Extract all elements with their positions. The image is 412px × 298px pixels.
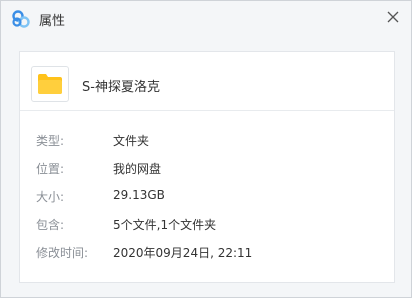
close-icon: [387, 11, 399, 23]
modified-time-value: 2020年09月24日, 22:11: [113, 246, 253, 260]
size-value: 29.13GB: [113, 188, 165, 202]
dialog-title: 属性: [39, 14, 66, 29]
modified-time-label: 修改时间:: [36, 246, 89, 260]
contains-label: 包含:: [36, 218, 65, 232]
title-bar[interactable]: 属性: [1, 1, 411, 36]
properties-panel: S-神探夏洛克 类型: 文件夹 位置: 我的网盘 大小: 29.13GB 包含:…: [19, 51, 395, 283]
properties-dialog: 属性 S-神探夏洛克 类型: 文件夹 位置: 我的网盘 大小: 29.13GB …: [0, 0, 412, 298]
file-header: S-神探夏洛克: [20, 52, 394, 111]
size-label: 大小:: [36, 190, 65, 204]
folder-thumbnail: [31, 66, 69, 102]
contains-value: 5个文件,1个文件夹: [113, 218, 217, 232]
type-label: 类型:: [36, 134, 65, 148]
location-value: 我的网盘: [113, 162, 162, 176]
close-button[interactable]: [383, 7, 403, 27]
folder-icon: [38, 74, 62, 94]
location-label: 位置:: [36, 162, 65, 176]
type-value: 文件夹: [113, 134, 150, 148]
baidu-netdisk-logo-icon: [11, 10, 31, 28]
file-name: S-神探夏洛克: [82, 80, 160, 95]
